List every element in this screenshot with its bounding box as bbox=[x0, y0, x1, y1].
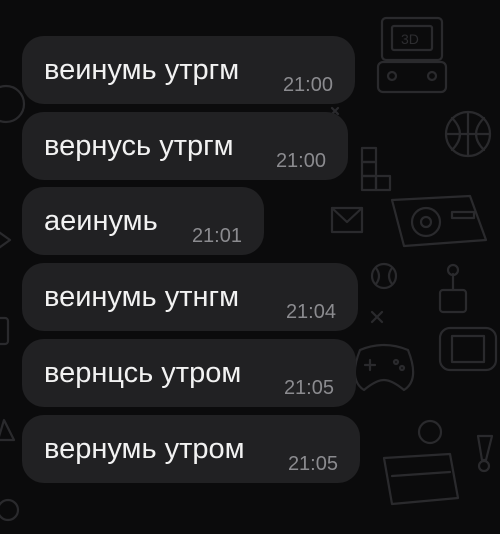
message-text: вернцсь утром bbox=[44, 357, 242, 389]
message-time: 21:01 bbox=[191, 225, 242, 247]
message-bubble[interactable]: вернумь утром 21:05 bbox=[22, 415, 360, 483]
message-text: веинумь утнгм bbox=[44, 281, 240, 313]
message-time: 21:00 bbox=[275, 150, 326, 172]
message-bubble[interactable]: веинумь утнгм 21:04 bbox=[22, 263, 358, 331]
message-time: 21:05 bbox=[287, 453, 338, 475]
message-time: 21:05 bbox=[283, 377, 334, 399]
message-bubble[interactable]: аеинумь 21:01 bbox=[22, 187, 264, 255]
message-time: 21:04 bbox=[285, 301, 336, 323]
message-text: вернусь утргм bbox=[44, 130, 234, 162]
message-time: 21:00 bbox=[282, 74, 333, 96]
message-bubble[interactable]: веинумь утргм 21:00 bbox=[22, 36, 355, 104]
message-bubble[interactable]: вернусь утргм 21:00 bbox=[22, 112, 348, 180]
message-text: вернумь утром bbox=[44, 433, 245, 465]
message-list: веинумь утргм 21:00 вернусь утргм 21:00 … bbox=[0, 0, 500, 534]
message-text: веинумь утргм bbox=[44, 54, 240, 86]
message-text: аеинумь bbox=[44, 205, 158, 237]
message-bubble[interactable]: вернцсь утром 21:05 bbox=[22, 339, 356, 407]
